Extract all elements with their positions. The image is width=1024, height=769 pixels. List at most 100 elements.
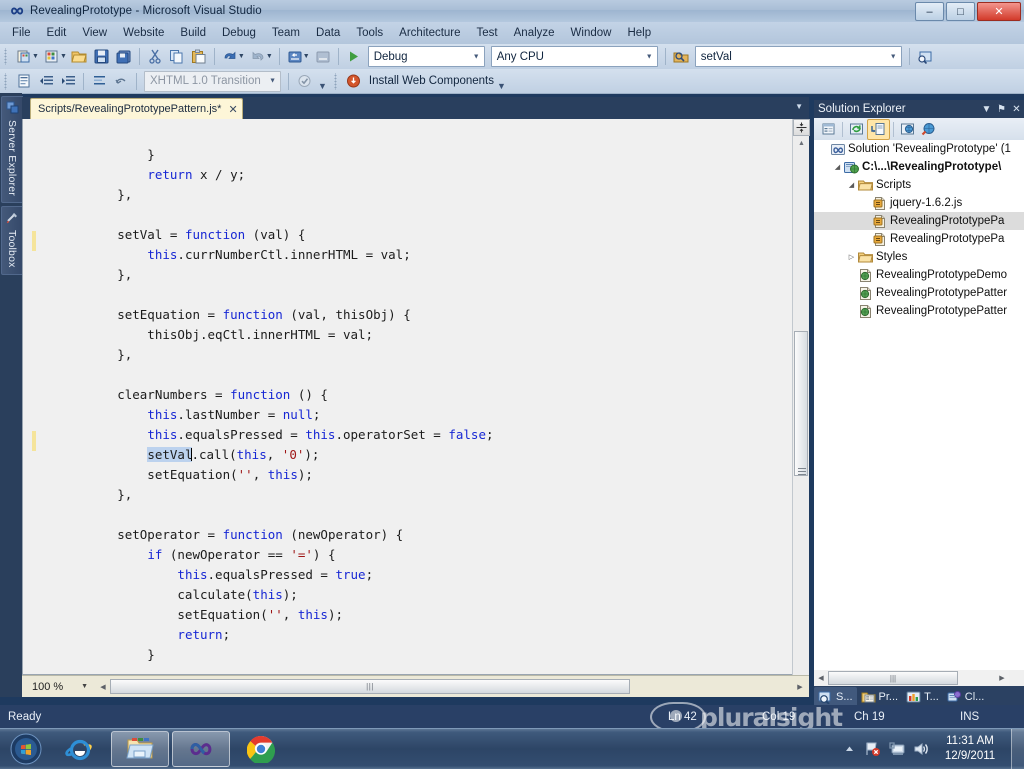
code-editor[interactable]: } return x / y; }, setVal = function (va… (22, 119, 809, 675)
tree-node[interactable]: RevealingPrototypePa (814, 230, 1024, 248)
document-tab[interactable]: Scripts/RevealingPrototypePattern.js* ✕ (30, 98, 243, 119)
menu-item-website[interactable]: Website (115, 24, 172, 42)
code-line[interactable] (23, 285, 808, 305)
code-line[interactable]: if (newOperator == '=') { (23, 545, 808, 565)
sidebar-item-toolbox[interactable]: Toolbox (1, 206, 23, 275)
menu-item-analyze[interactable]: Analyze (506, 24, 563, 42)
design-view-icon[interactable] (13, 71, 35, 92)
add-new-item-icon[interactable] (41, 46, 63, 67)
taskbar-internet-explorer-icon[interactable] (52, 732, 108, 766)
code-line[interactable] (23, 665, 808, 675)
zoom-level-combo[interactable]: 100 % ▼ (32, 678, 94, 696)
new-item-icon[interactable] (13, 46, 35, 67)
menu-item-help[interactable]: Help (619, 24, 659, 42)
tree-node[interactable]: RevealingPrototypePatter (814, 302, 1024, 320)
save-icon[interactable] (91, 46, 113, 67)
find-combo[interactable]: setVal ▼ (695, 46, 902, 67)
code-line[interactable]: }, (23, 185, 808, 205)
menu-item-edit[interactable]: Edit (39, 24, 75, 42)
save-all-icon[interactable] (113, 46, 135, 67)
dock-tab-pr[interactable]: Pr... (857, 687, 903, 707)
scroll-up-arrow-icon[interactable]: ▲ (793, 136, 810, 151)
menu-item-architecture[interactable]: Architecture (391, 24, 468, 42)
code-line[interactable]: this.equalsPressed = this.operatorSet = … (23, 425, 808, 445)
close-button[interactable]: ✕ (977, 2, 1021, 21)
tree-node[interactable]: RevealingPrototypePa (814, 212, 1024, 230)
menu-item-tools[interactable]: Tools (348, 24, 391, 42)
close-icon[interactable]: ✕ (228, 103, 237, 116)
menu-item-view[interactable]: View (74, 24, 115, 42)
show-hidden-icons-arrow[interactable] (837, 734, 861, 764)
view-designer-icon[interactable] (897, 120, 918, 139)
find-symbol-icon[interactable] (914, 46, 936, 67)
navigate-backward-icon[interactable] (284, 46, 306, 67)
code-line[interactable]: return x / y; (23, 165, 808, 185)
show-desktop-button[interactable] (1011, 729, 1024, 769)
menu-item-window[interactable]: Window (563, 24, 620, 42)
properties-icon[interactable] (818, 120, 839, 139)
tree-node[interactable]: jquery-1.6.2.js (814, 194, 1024, 212)
taskbar-google-chrome-icon[interactable] (233, 732, 289, 766)
open-file-icon[interactable] (69, 46, 91, 67)
code-line[interactable]: setEquation = function (val, thisObj) { (23, 305, 808, 325)
undo-format-icon[interactable] (110, 71, 132, 92)
dock-tab-t[interactable]: T... (902, 687, 943, 707)
action-center-icon[interactable] (885, 734, 909, 764)
tree-node[interactable]: Solution 'RevealingPrototype' (1 (814, 140, 1024, 158)
code-line[interactable]: setVal = function (val) { (23, 225, 808, 245)
chevron-down-icon[interactable]: ▼ (795, 102, 803, 111)
taskbar-clock[interactable]: 11:31 AM 12/9/2011 (933, 734, 1007, 764)
sidebar-item-server-explorer[interactable]: Server Explorer (1, 96, 23, 203)
toolbar-grip[interactable] (3, 48, 11, 65)
code-line[interactable]: }, (23, 345, 808, 365)
solution-explorer-horizontal-scrollbar[interactable]: ◀ ||| ▶ (814, 670, 1009, 686)
tree-node[interactable]: RevealingPrototypePatter (814, 284, 1024, 302)
validation-target-icon[interactable] (293, 71, 315, 92)
pin-icon[interactable]: ⚑ (994, 104, 1009, 115)
menu-item-data[interactable]: Data (308, 24, 348, 42)
code-line[interactable]: setOperator = function (newOperator) { (23, 525, 808, 545)
code-line[interactable]: }, (23, 485, 808, 505)
menu-item-test[interactable]: Test (469, 24, 506, 42)
redo-icon[interactable] (247, 46, 269, 67)
toolbar-grip[interactable] (333, 73, 341, 90)
asp-net-configuration-icon[interactable] (918, 120, 939, 139)
code-line[interactable] (23, 365, 808, 385)
scroll-right-arrow-icon[interactable]: ▶ (995, 674, 1009, 682)
menu-item-team[interactable]: Team (264, 24, 308, 42)
scroll-left-arrow-icon[interactable]: ◀ (96, 683, 110, 691)
code-line[interactable]: return; (23, 625, 808, 645)
web-platform-installer-icon[interactable] (343, 71, 365, 92)
start-debugging-play-icon[interactable] (343, 46, 365, 67)
minimize-button[interactable]: – (915, 2, 944, 21)
menu-item-file[interactable]: File (4, 24, 39, 42)
tree-node[interactable]: RevealingPrototypeDemo (814, 266, 1024, 284)
code-line[interactable]: this.currNumberCtl.innerHTML = val; (23, 245, 808, 265)
undo-icon[interactable] (219, 46, 241, 67)
scroll-left-arrow-icon[interactable]: ◀ (814, 674, 828, 682)
close-icon[interactable]: ✕ (1009, 104, 1024, 115)
code-line[interactable] (23, 125, 808, 145)
expander-icon[interactable]: ◢ (832, 163, 843, 171)
tree-node[interactable]: ◢Scripts (814, 176, 1024, 194)
code-line[interactable]: this.lastNumber = null; (23, 405, 808, 425)
editor-vertical-scrollbar[interactable]: ▲ (792, 119, 809, 675)
outdent-icon[interactable] (35, 71, 57, 92)
nest-related-files-icon[interactable] (867, 119, 890, 140)
expander-icon[interactable]: ◢ (846, 181, 857, 189)
solution-platform-combo[interactable]: Any CPU ▼ (491, 46, 658, 67)
horizontal-scroll-thumb[interactable]: ||| (828, 671, 958, 685)
solution-tree[interactable]: Solution 'RevealingPrototype' (1◢C:\...\… (814, 140, 1024, 670)
menu-item-build[interactable]: Build (172, 24, 214, 42)
taskbar-visual-studio-icon[interactable] (172, 731, 230, 767)
code-line[interactable]: }, (23, 265, 808, 285)
editor-horizontal-scrollbar[interactable]: ◀ ||| ▶ (96, 679, 807, 695)
copy-icon[interactable] (166, 46, 188, 67)
code-line[interactable]: setEquation('', this); (23, 605, 808, 625)
dock-tab-cl[interactable]: Cl... (943, 687, 989, 707)
volume-icon[interactable] (909, 734, 933, 764)
find-in-files-icon[interactable] (670, 46, 692, 67)
code-line[interactable]: } (23, 145, 808, 165)
toolbar-overflow-icon[interactable]: ▼ (318, 81, 327, 93)
toolbar-grip[interactable] (3, 73, 11, 90)
